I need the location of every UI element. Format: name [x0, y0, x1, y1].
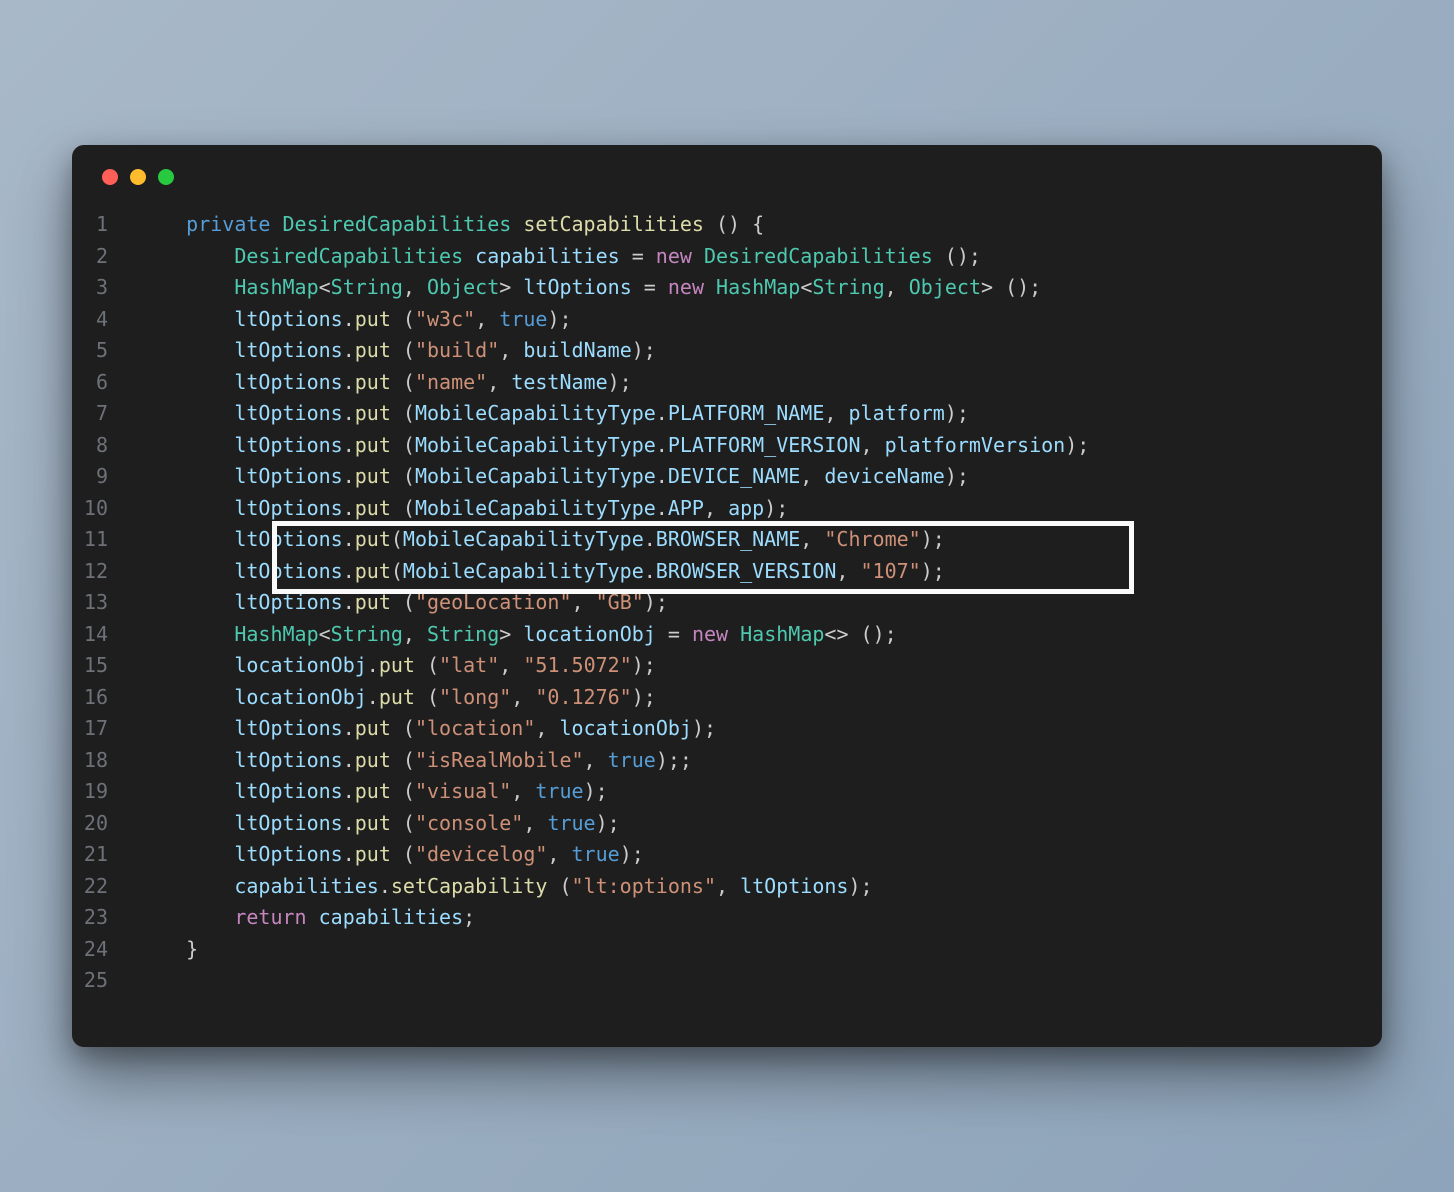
line-number: 17	[72, 713, 138, 745]
line-number: 5	[72, 335, 138, 367]
line-number: 11	[72, 524, 138, 556]
line-number: 20	[72, 808, 138, 840]
code-content: ltOptions.put ("geoLocation", "GB");	[138, 587, 668, 619]
line-number: 2	[72, 241, 138, 273]
code-line: 10 ltOptions.put (MobileCapabilityType.A…	[72, 493, 1352, 525]
code-line: 13 ltOptions.put ("geoLocation", "GB");	[72, 587, 1352, 619]
line-number: 18	[72, 745, 138, 777]
code-content: locationObj.put ("long", "0.1276");	[138, 682, 656, 714]
code-content: ltOptions.put ("build", buildName);	[138, 335, 656, 367]
line-number: 3	[72, 272, 138, 304]
line-number: 24	[72, 934, 138, 966]
code-line: 24 }	[72, 934, 1352, 966]
code-line: 15 locationObj.put ("lat", "51.5072");	[72, 650, 1352, 682]
line-number: 8	[72, 430, 138, 462]
line-number: 16	[72, 682, 138, 714]
code-content: ltOptions.put ("name", testName);	[138, 367, 632, 399]
code-line: 20 ltOptions.put ("console", true);	[72, 808, 1352, 840]
code-line: 17 ltOptions.put ("location", locationOb…	[72, 713, 1352, 745]
code-content: locationObj.put ("lat", "51.5072");	[138, 650, 656, 682]
code-line: 2 DesiredCapabilities capabilities = new…	[72, 241, 1352, 273]
code-content: HashMap<String, String> locationObj = ne…	[138, 619, 897, 651]
code-content: return capabilities;	[138, 902, 475, 934]
code-content: ltOptions.put ("isRealMobile", true);;	[138, 745, 692, 777]
code-content: ltOptions.put ("visual", true);	[138, 776, 608, 808]
line-number: 10	[72, 493, 138, 525]
code-content: ltOptions.put(MobileCapabilityType.BROWS…	[138, 524, 945, 556]
line-number: 1	[72, 209, 138, 241]
code-line: 14 HashMap<String, String> locationObj =…	[72, 619, 1352, 651]
line-number: 21	[72, 839, 138, 871]
code-content: private DesiredCapabilities setCapabilit…	[138, 209, 764, 241]
line-number: 7	[72, 398, 138, 430]
line-number: 9	[72, 461, 138, 493]
code-content: ltOptions.put ("devicelog", true);	[138, 839, 644, 871]
code-line: 1 private DesiredCapabilities setCapabil…	[72, 209, 1352, 241]
code-content: HashMap<String, Object> ltOptions = new …	[138, 272, 1041, 304]
line-number: 22	[72, 871, 138, 903]
line-number: 6	[72, 367, 138, 399]
line-number: 12	[72, 556, 138, 588]
code-line: 19 ltOptions.put ("visual", true);	[72, 776, 1352, 808]
code-line: 7 ltOptions.put (MobileCapabilityType.PL…	[72, 398, 1352, 430]
code-window: 1 private DesiredCapabilities setCapabil…	[72, 145, 1382, 1047]
code-line: 23 return capabilities;	[72, 902, 1352, 934]
code-content: DesiredCapabilities capabilities = new D…	[138, 241, 981, 273]
code-content: ltOptions.put ("w3c", true);	[138, 304, 572, 336]
window-titlebar	[72, 145, 1382, 209]
code-line: 16 locationObj.put ("long", "0.1276");	[72, 682, 1352, 714]
code-line: 22 capabilities.setCapability ("lt:optio…	[72, 871, 1352, 903]
code-content: ltOptions.put ("console", true);	[138, 808, 620, 840]
code-content: }	[138, 934, 198, 966]
code-content: ltOptions.put (MobileCapabilityType.PLAT…	[138, 398, 969, 430]
code-line: 18 ltOptions.put ("isRealMobile", true);…	[72, 745, 1352, 777]
code-editor[interactable]: 1 private DesiredCapabilities setCapabil…	[72, 209, 1382, 997]
line-number: 25	[72, 965, 138, 997]
code-line: 11 ltOptions.put(MobileCapabilityType.BR…	[72, 524, 1352, 556]
line-number: 15	[72, 650, 138, 682]
code-line: 4 ltOptions.put ("w3c", true);	[72, 304, 1352, 336]
line-number: 23	[72, 902, 138, 934]
line-number: 19	[72, 776, 138, 808]
code-line: 25	[72, 965, 1352, 997]
minimize-icon[interactable]	[130, 169, 146, 185]
code-line: 6 ltOptions.put ("name", testName);	[72, 367, 1352, 399]
code-line: 12 ltOptions.put(MobileCapabilityType.BR…	[72, 556, 1352, 588]
code-line: 8 ltOptions.put (MobileCapabilityType.PL…	[72, 430, 1352, 462]
code-line: 21 ltOptions.put ("devicelog", true);	[72, 839, 1352, 871]
code-line: 3 HashMap<String, Object> ltOptions = ne…	[72, 272, 1352, 304]
maximize-icon[interactable]	[158, 169, 174, 185]
code-content: ltOptions.put (MobileCapabilityType.PLAT…	[138, 430, 1089, 462]
close-icon[interactable]	[102, 169, 118, 185]
code-content: capabilities.setCapability ("lt:options"…	[138, 871, 873, 903]
line-number: 4	[72, 304, 138, 336]
code-content: ltOptions.put ("location", locationObj);	[138, 713, 716, 745]
code-content: ltOptions.put (MobileCapabilityType.APP,…	[138, 493, 788, 525]
line-number: 13	[72, 587, 138, 619]
code-content: ltOptions.put (MobileCapabilityType.DEVI…	[138, 461, 969, 493]
code-content: ltOptions.put(MobileCapabilityType.BROWS…	[138, 556, 945, 588]
code-line: 9 ltOptions.put (MobileCapabilityType.DE…	[72, 461, 1352, 493]
line-number: 14	[72, 619, 138, 651]
code-line: 5 ltOptions.put ("build", buildName);	[72, 335, 1352, 367]
